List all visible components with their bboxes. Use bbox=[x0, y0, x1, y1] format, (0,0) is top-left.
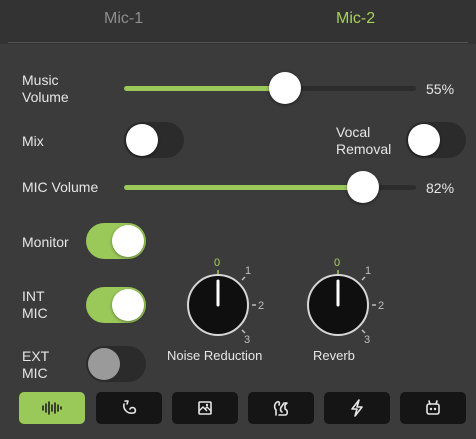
reverb-label: Reverb bbox=[313, 348, 355, 363]
music-volume-value: 55% bbox=[426, 81, 455, 97]
squirrel-icon bbox=[273, 400, 289, 416]
mix-toggle[interactable] bbox=[124, 122, 184, 158]
mic-volume-label: MIC Volume bbox=[22, 179, 99, 195]
reverb-tick-3 bbox=[361, 329, 366, 334]
picture-button[interactable] bbox=[172, 392, 238, 424]
ext-mic-toggle[interactable] bbox=[86, 346, 146, 382]
moon-icon bbox=[123, 400, 137, 414]
noise-reduction-tick-label-2: 2 bbox=[258, 300, 264, 312]
music-volume-label: Music Volume bbox=[22, 72, 69, 105]
noise-reduction-tick-3 bbox=[241, 329, 246, 334]
lightning-button[interactable] bbox=[324, 392, 390, 424]
tab-bar bbox=[0, 0, 476, 44]
mic-volume-value: 82% bbox=[426, 180, 455, 196]
reverb-tick-label-3: 3 bbox=[364, 334, 370, 346]
reverb-tick-label-1: 1 bbox=[365, 265, 371, 277]
tab-mic-2[interactable]: Mic-2 bbox=[336, 10, 375, 28]
ext-mic-label: EXT MIC bbox=[22, 348, 50, 381]
robot-icon bbox=[426, 400, 440, 415]
tab-mic-1[interactable]: Mic-1 bbox=[104, 10, 143, 28]
moon-button[interactable] bbox=[96, 392, 162, 424]
reverb-tick-label-2: 2 bbox=[378, 300, 384, 312]
picture-icon bbox=[198, 401, 212, 415]
squirrel-button[interactable] bbox=[248, 392, 314, 424]
vocal-removal-toggle-knob bbox=[408, 124, 440, 156]
waveform-icon bbox=[42, 401, 62, 415]
noise-reduction-tick-label-0: 0 bbox=[214, 257, 220, 269]
monitor-toggle[interactable] bbox=[86, 223, 146, 259]
int-mic-toggle[interactable] bbox=[86, 287, 146, 323]
ext-mic-toggle-knob bbox=[88, 348, 120, 380]
noise-reduction-tick-1 bbox=[241, 276, 246, 281]
noise-reduction-tick-label-3: 3 bbox=[244, 334, 250, 346]
lightning-icon bbox=[351, 399, 363, 417]
monitor-label: Monitor bbox=[22, 234, 69, 250]
noise-reduction-tick-label-1: 1 bbox=[245, 265, 251, 277]
music-volume-thumb[interactable] bbox=[269, 72, 301, 104]
vocal-removal-label: Vocal Removal bbox=[336, 124, 392, 157]
noise-reduction-knob[interactable]: 0 1 2 3 bbox=[176, 250, 266, 346]
vocal-removal-toggle[interactable] bbox=[406, 122, 466, 158]
mix-toggle-knob bbox=[126, 124, 158, 156]
music-volume-fill bbox=[124, 86, 285, 91]
int-mic-label: INT MIC bbox=[22, 288, 48, 321]
reverb-tick-1 bbox=[361, 276, 366, 281]
noise-reduction-label: Noise Reduction bbox=[167, 348, 263, 363]
waveform-button[interactable] bbox=[19, 392, 85, 424]
mic-volume-fill bbox=[124, 185, 363, 190]
reverb-knob[interactable]: 0 1 2 3 bbox=[296, 250, 386, 346]
robot-button[interactable] bbox=[400, 392, 466, 424]
mic-volume-thumb[interactable] bbox=[347, 171, 379, 203]
reverb-tick-label-0: 0 bbox=[334, 257, 340, 269]
tab-divider bbox=[8, 42, 468, 43]
monitor-toggle-knob bbox=[112, 225, 144, 257]
mix-label: Mix bbox=[22, 133, 44, 149]
int-mic-toggle-knob bbox=[112, 289, 144, 321]
